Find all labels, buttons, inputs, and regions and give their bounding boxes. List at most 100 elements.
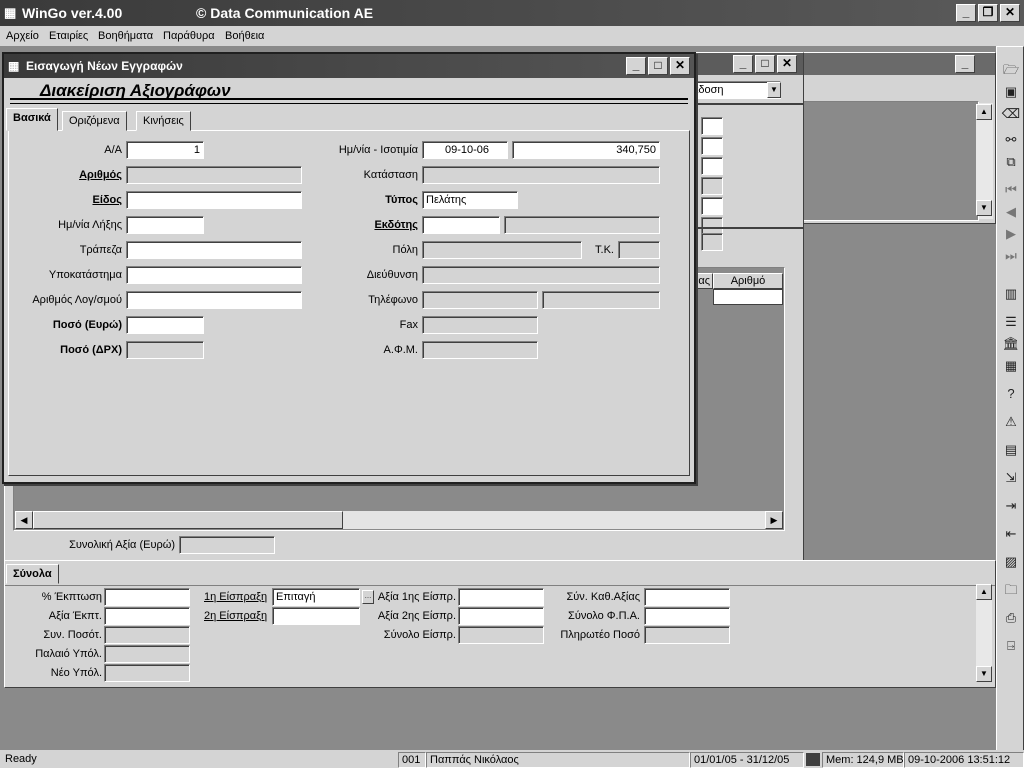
first-receipt-field[interactable]: Επιταγή — [272, 588, 360, 606]
issuer-label[interactable]: Εκδότης — [306, 216, 418, 234]
mid-field-7[interactable] — [701, 233, 723, 251]
menu-file[interactable]: Αρχείο — [6, 28, 39, 44]
type-field[interactable]: Πελάτης — [422, 191, 518, 209]
total-receipts-field[interactable] — [458, 626, 544, 644]
aa-field[interactable]: 1 — [126, 141, 204, 159]
scroll-left-icon[interactable]: ◀ — [15, 511, 33, 529]
first-record-icon[interactable]: ⏮ — [1000, 180, 1022, 200]
grid-cell[interactable] — [713, 289, 783, 305]
dialog-minimize-icon[interactable]: _ — [626, 57, 646, 75]
enter-icon[interactable]: ⇤ — [1000, 524, 1022, 544]
second-receipt-value-field[interactable] — [458, 607, 544, 625]
close-icon[interactable]: ✕ — [1000, 4, 1020, 22]
columns-icon[interactable]: ▥ — [1000, 284, 1022, 304]
menu-windows[interactable]: Παράθυρα — [163, 28, 215, 44]
folder-icon[interactable]: 🗀 — [1000, 580, 1022, 600]
mid-field-5[interactable] — [701, 197, 723, 215]
old-balance-field[interactable] — [104, 645, 190, 663]
bank-field[interactable] — [126, 241, 302, 259]
kind-field[interactable] — [126, 191, 302, 209]
city-field[interactable] — [422, 241, 582, 259]
open-folder-icon[interactable]: 🗁 — [1000, 60, 1022, 80]
scroll-thumb[interactable] — [33, 511, 343, 529]
dialog-close-icon[interactable]: ✕ — [670, 57, 690, 75]
totals-scroll-up-icon[interactable]: ▲ — [976, 584, 992, 600]
amount-drx-field[interactable] — [126, 341, 204, 359]
bank-icon[interactable]: 🏛 — [1000, 334, 1022, 354]
last-record-icon[interactable]: ⏭ — [1000, 246, 1022, 266]
warning-icon[interactable]: ⚠ — [1000, 412, 1022, 432]
menu-tools[interactable]: Βοηθήματα — [98, 28, 153, 44]
export-icon[interactable]: ⇲ — [1000, 468, 1022, 488]
exit-icon[interactable]: ⍈ — [1000, 636, 1022, 656]
discount-pct-field[interactable] — [104, 588, 190, 606]
mid-close-icon[interactable]: ✕ — [777, 55, 797, 73]
minimize-icon[interactable]: _ — [956, 4, 976, 22]
next-record-icon[interactable]: ▶ — [1000, 224, 1022, 244]
mid-maximize-icon[interactable]: □ — [755, 55, 775, 73]
calculator-icon[interactable]: ▦ — [1000, 356, 1022, 376]
mid-field-3[interactable] — [701, 157, 723, 175]
mid-field-1[interactable] — [701, 117, 723, 135]
phone2-field[interactable] — [542, 291, 660, 309]
number-field[interactable] — [126, 166, 302, 184]
second-receipt-label[interactable]: 2η Είσπραξη — [204, 607, 267, 625]
mid-minimize-icon[interactable]: _ — [733, 55, 753, 73]
rate-field[interactable]: 340,750 — [512, 141, 660, 159]
restore-icon[interactable]: ❐ — [978, 4, 998, 22]
scroll-right-icon[interactable]: ▶ — [765, 511, 783, 529]
menu-help[interactable]: Βοήθεια — [225, 28, 264, 44]
address-field[interactable] — [422, 266, 660, 284]
afm-field[interactable] — [422, 341, 538, 359]
date-field[interactable]: 09-10-06 — [422, 141, 508, 159]
fax-field[interactable] — [422, 316, 538, 334]
tab-movements[interactable]: Κινήσεις — [136, 111, 191, 131]
amount-eur-field[interactable] — [126, 316, 204, 334]
bg3-minimize-icon[interactable]: _ — [955, 55, 975, 73]
tab-totals[interactable]: Σύνολα — [6, 564, 59, 584]
bg-scroll-down-icon[interactable]: ▼ — [976, 200, 992, 216]
mid-field-2[interactable] — [701, 137, 723, 155]
first-receipt-value-field[interactable] — [458, 588, 544, 606]
total-qty-field[interactable] — [104, 626, 190, 644]
building-icon[interactable]: ▤ — [1000, 440, 1022, 460]
expiry-date-field[interactable] — [126, 216, 204, 234]
dialog-maximize-icon[interactable]: □ — [648, 57, 668, 75]
issuer-code-field[interactable] — [422, 216, 500, 234]
login-icon[interactable]: ⇥ — [1000, 496, 1022, 516]
second-receipt-field[interactable] — [272, 607, 360, 625]
total-value-field[interactable] — [179, 536, 275, 554]
copy-icon[interactable]: ⧉ — [1000, 152, 1022, 172]
new-balance-field[interactable] — [104, 664, 190, 682]
discount-value-field[interactable] — [104, 607, 190, 625]
vat-total-field[interactable] — [644, 607, 730, 625]
number-label[interactable]: Αριθμός — [10, 166, 122, 184]
help-icon[interactable]: ? — [1000, 384, 1022, 404]
save-icon[interactable]: ▣ — [1000, 82, 1022, 102]
account-number-field[interactable] — [126, 291, 302, 309]
list-icon[interactable]: ☰ — [1000, 312, 1022, 332]
status-field[interactable] — [422, 166, 660, 184]
prev-record-icon[interactable]: ◀ — [1000, 202, 1022, 222]
binoculars-icon[interactable]: ⚯ — [1000, 130, 1022, 150]
zip-field[interactable] — [618, 241, 660, 259]
phone1-field[interactable] — [422, 291, 538, 309]
report-icon[interactable]: ▨ — [1000, 552, 1022, 572]
date-rate-label: Ημ/νία - Ισοτιμία — [338, 144, 418, 156]
totals-scroll-down-icon[interactable]: ▼ — [976, 666, 992, 682]
menu-companies[interactable]: Εταιρίες — [49, 28, 88, 44]
kind-label[interactable]: Είδος — [10, 191, 122, 209]
payable-field[interactable] — [644, 626, 730, 644]
net-value-field[interactable] — [644, 588, 730, 606]
printer-icon[interactable]: ⎙ — [1000, 608, 1022, 628]
mid-field-4[interactable] — [701, 177, 723, 195]
app-titlebar: ▦ WinGo ver.4.00 © Data Communication AE… — [0, 0, 1024, 26]
issuer-name-field[interactable] — [504, 216, 660, 234]
first-receipt-label[interactable]: 1η Είσπραξη — [204, 588, 267, 606]
tab-basic[interactable]: Βασικά — [6, 108, 58, 131]
mid-combo-arrow-icon[interactable]: ▼ — [767, 82, 781, 98]
branch-field[interactable] — [126, 266, 302, 284]
bg-scroll-up-icon[interactable]: ▲ — [976, 104, 992, 120]
eraser-icon[interactable]: ⌫ — [1000, 104, 1022, 124]
tab-defined[interactable]: Οριζόμενα — [62, 111, 127, 131]
